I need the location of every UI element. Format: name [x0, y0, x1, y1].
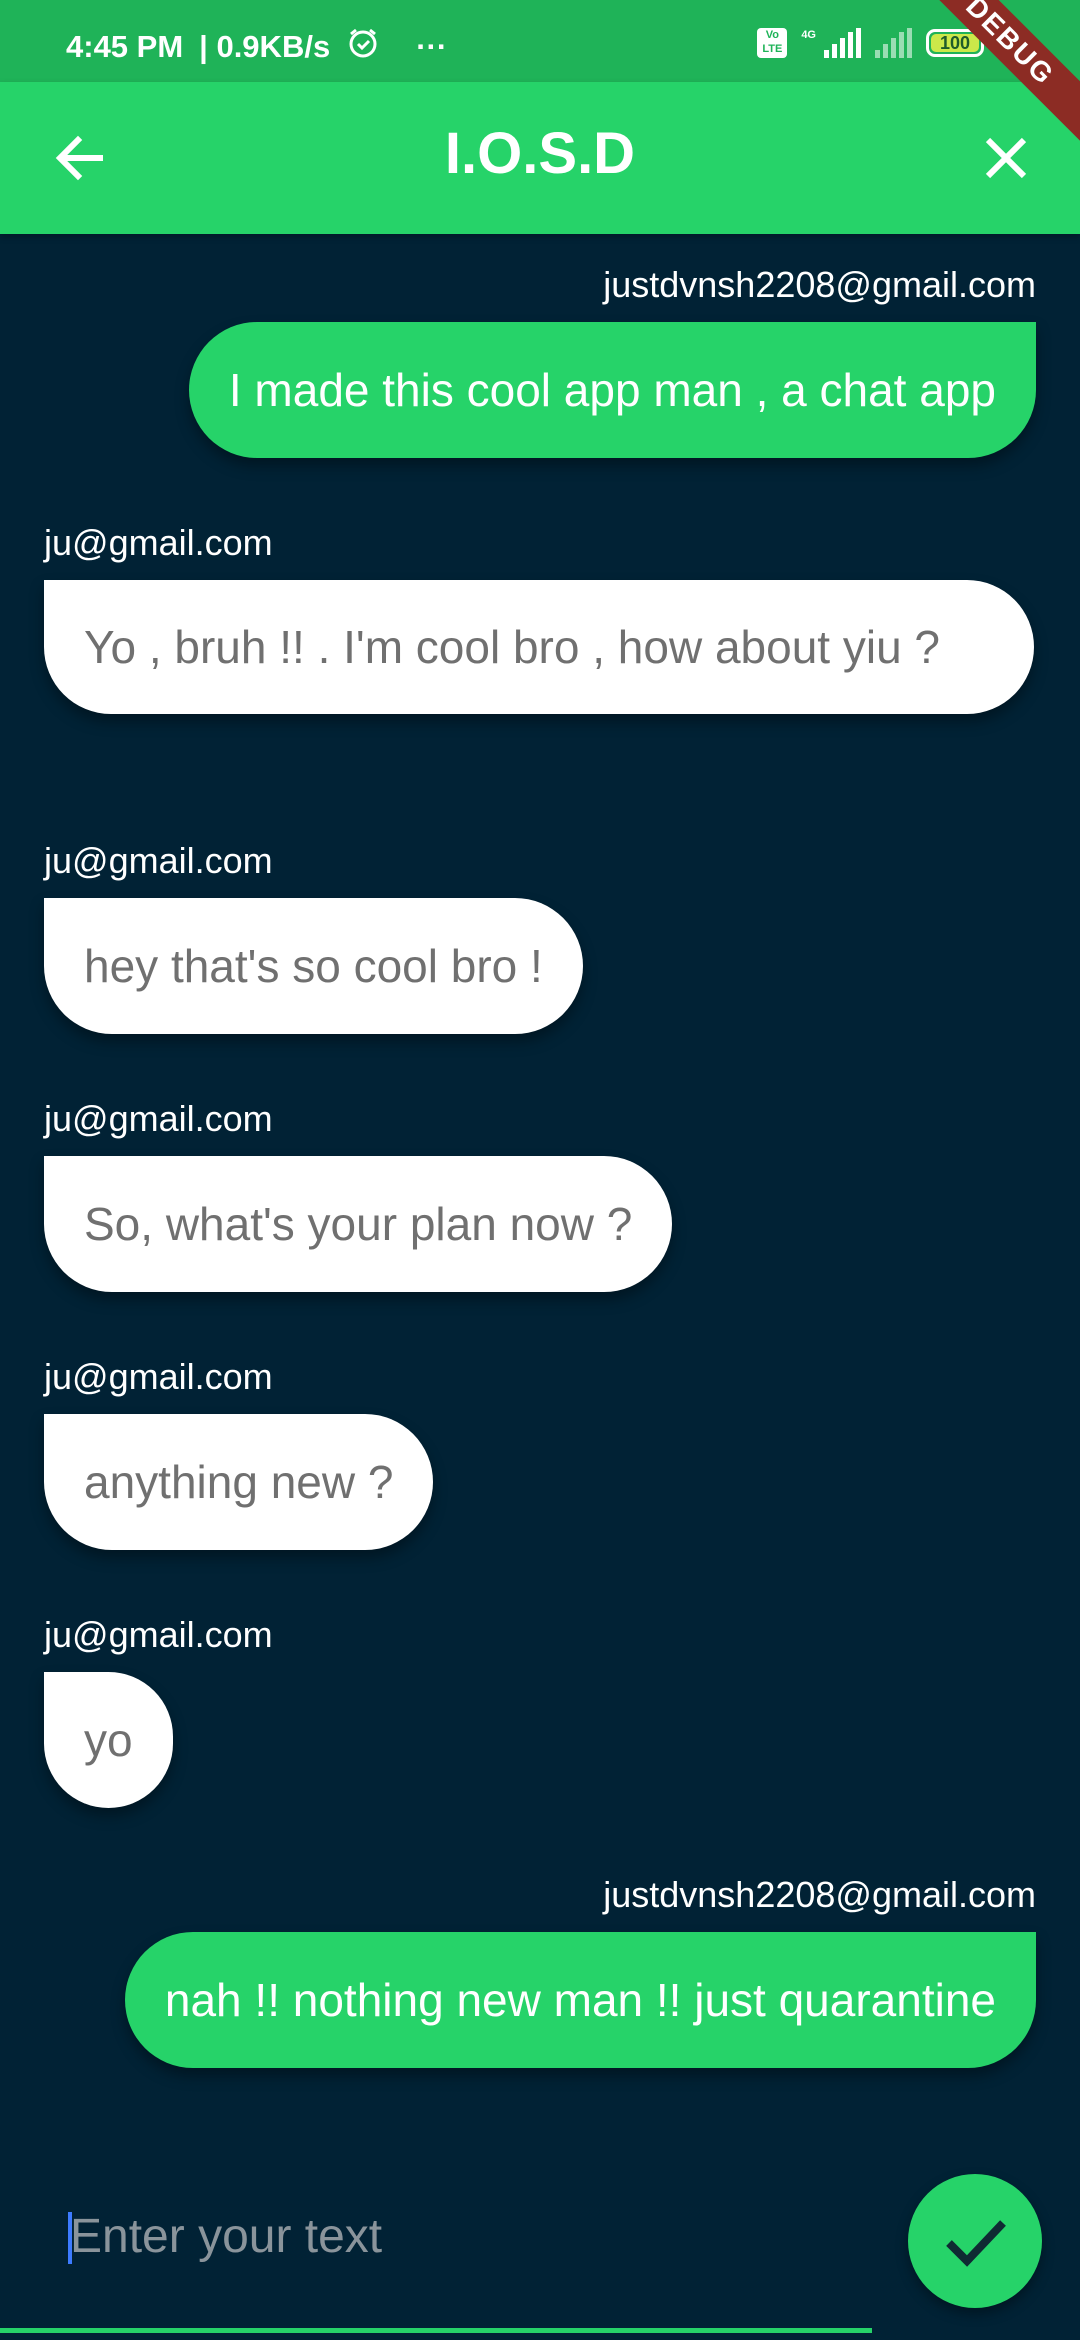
message-bubble[interactable]: I made this cool app man , a chat app — [188, 322, 1036, 458]
check-icon — [946, 2220, 1006, 2267]
message-composer — [0, 2160, 1080, 2340]
input-underline — [0, 2328, 872, 2333]
message-sender: ju@gmail.com — [44, 1356, 273, 1397]
message-item: ju@gmail.com Yo , bruh !! . I'm cool bro… — [44, 522, 1036, 714]
message-input[interactable] — [70, 2196, 860, 2276]
message-bubble[interactable]: yo — [44, 1672, 173, 1808]
status-time: 4:45 PM — [66, 29, 184, 64]
status-right: Vo LTE 4G 100 — [757, 28, 984, 58]
message-bubble[interactable]: So, what's your plan now ? — [44, 1156, 673, 1292]
message-sender: justdvnsh2208@gmail.com — [603, 1874, 1036, 1915]
status-left: 4:45 PM | 0.9KB/s ··· — [66, 26, 447, 68]
message-sender: ju@gmail.com — [44, 1614, 273, 1655]
message-item: ju@gmail.com yo — [44, 1614, 1036, 1808]
close-icon — [985, 137, 1027, 179]
message-item: justdvnsh2208@gmail.com I made this cool… — [44, 264, 1036, 458]
message-bubble[interactable]: anything new ? — [44, 1414, 434, 1550]
message-bubble[interactable]: nah !! nothing new man !! just quarantin… — [124, 1932, 1036, 2068]
text-cursor — [68, 2212, 72, 2264]
message-item: justdvnsh2208@gmail.com nah !! nothing n… — [44, 1874, 1036, 2068]
message-bubble[interactable]: hey that's so cool bro ! — [44, 898, 583, 1034]
signal-icon — [824, 28, 861, 58]
message-sender: ju@gmail.com — [44, 522, 273, 563]
message-sender: ju@gmail.com — [44, 1098, 273, 1139]
message-item: ju@gmail.com So, what's your plan now ? — [44, 1098, 1036, 1292]
signal-icon-secondary — [875, 28, 912, 58]
message-bubble[interactable]: Yo , bruh !! . I'm cool bro , how about … — [44, 580, 1034, 714]
app-bar: I.O.S.D — [0, 82, 1080, 234]
message-item: ju@gmail.com hey that's so cool bro ! — [44, 840, 1036, 1034]
status-speed: | 0.9KB/s — [199, 29, 331, 64]
message-item: ju@gmail.com anything new ? — [44, 1356, 1036, 1550]
send-button[interactable] — [908, 2174, 1042, 2308]
close-button[interactable] — [974, 126, 1038, 190]
volte-icon: Vo LTE — [757, 28, 788, 58]
message-sender: ju@gmail.com — [44, 840, 273, 881]
alarm-icon — [346, 26, 380, 68]
message-sender: justdvnsh2208@gmail.com — [603, 264, 1036, 305]
network-type: 4G — [801, 29, 816, 41]
battery-level-text: 100 — [939, 33, 971, 53]
more-notifications-icon: ··· — [416, 29, 448, 64]
page-title: I.O.S.D — [444, 121, 636, 186]
status-bar: 4:45 PM | 0.9KB/s ··· Vo LTE 4G 100 DEBU… — [0, 0, 1080, 148]
